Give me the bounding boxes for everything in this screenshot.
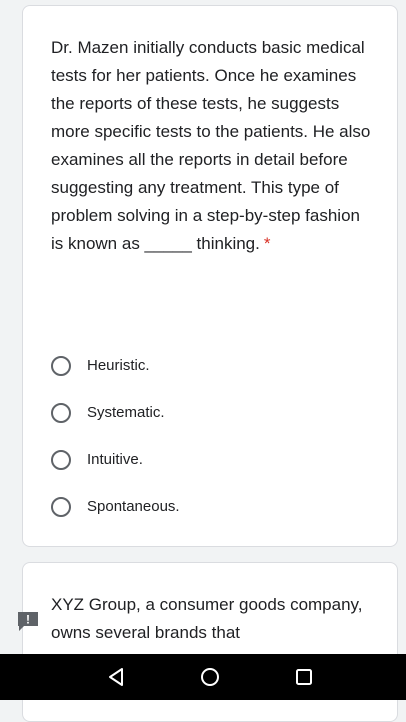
- radio-button[interactable]: [51, 449, 71, 470]
- back-button[interactable]: [104, 665, 128, 689]
- home-circle-icon: [201, 668, 219, 686]
- home-button[interactable]: [198, 665, 222, 689]
- required-asterisk: *: [263, 234, 271, 253]
- option-label: Heuristic.: [87, 357, 150, 374]
- option-label: Spontaneous.: [87, 498, 180, 515]
- question-text: Dr. Mazen initially conducts basic medic…: [51, 34, 371, 258]
- system-navigation-bar: [0, 654, 406, 700]
- question-card: Dr. Mazen initially conducts basic medic…: [22, 5, 398, 547]
- option-heuristic[interactable]: Heuristic.: [51, 342, 180, 389]
- recents-button[interactable]: [292, 665, 316, 689]
- next-question-text: XYZ Group, a consumer goods company, own…: [51, 595, 363, 642]
- report-glyph: !: [26, 613, 30, 627]
- radio-button[interactable]: [51, 402, 71, 423]
- option-intuitive[interactable]: Intuitive.: [51, 436, 180, 483]
- answer-options: Heuristic. Systematic. Intuitive. Sponta…: [51, 342, 180, 530]
- question-prompt: Dr. Mazen initially conducts basic medic…: [51, 38, 371, 253]
- option-systematic[interactable]: Systematic.: [51, 389, 180, 436]
- report-icon: !: [18, 612, 38, 631]
- radio-button[interactable]: [51, 496, 71, 517]
- option-label: Systematic.: [87, 404, 165, 421]
- radio-button[interactable]: [51, 355, 71, 376]
- option-label: Intuitive.: [87, 451, 143, 468]
- back-triangle-icon: [109, 668, 123, 686]
- option-spontaneous[interactable]: Spontaneous.: [51, 483, 180, 530]
- recents-square-icon: [296, 669, 312, 685]
- report-button[interactable]: !: [16, 609, 40, 633]
